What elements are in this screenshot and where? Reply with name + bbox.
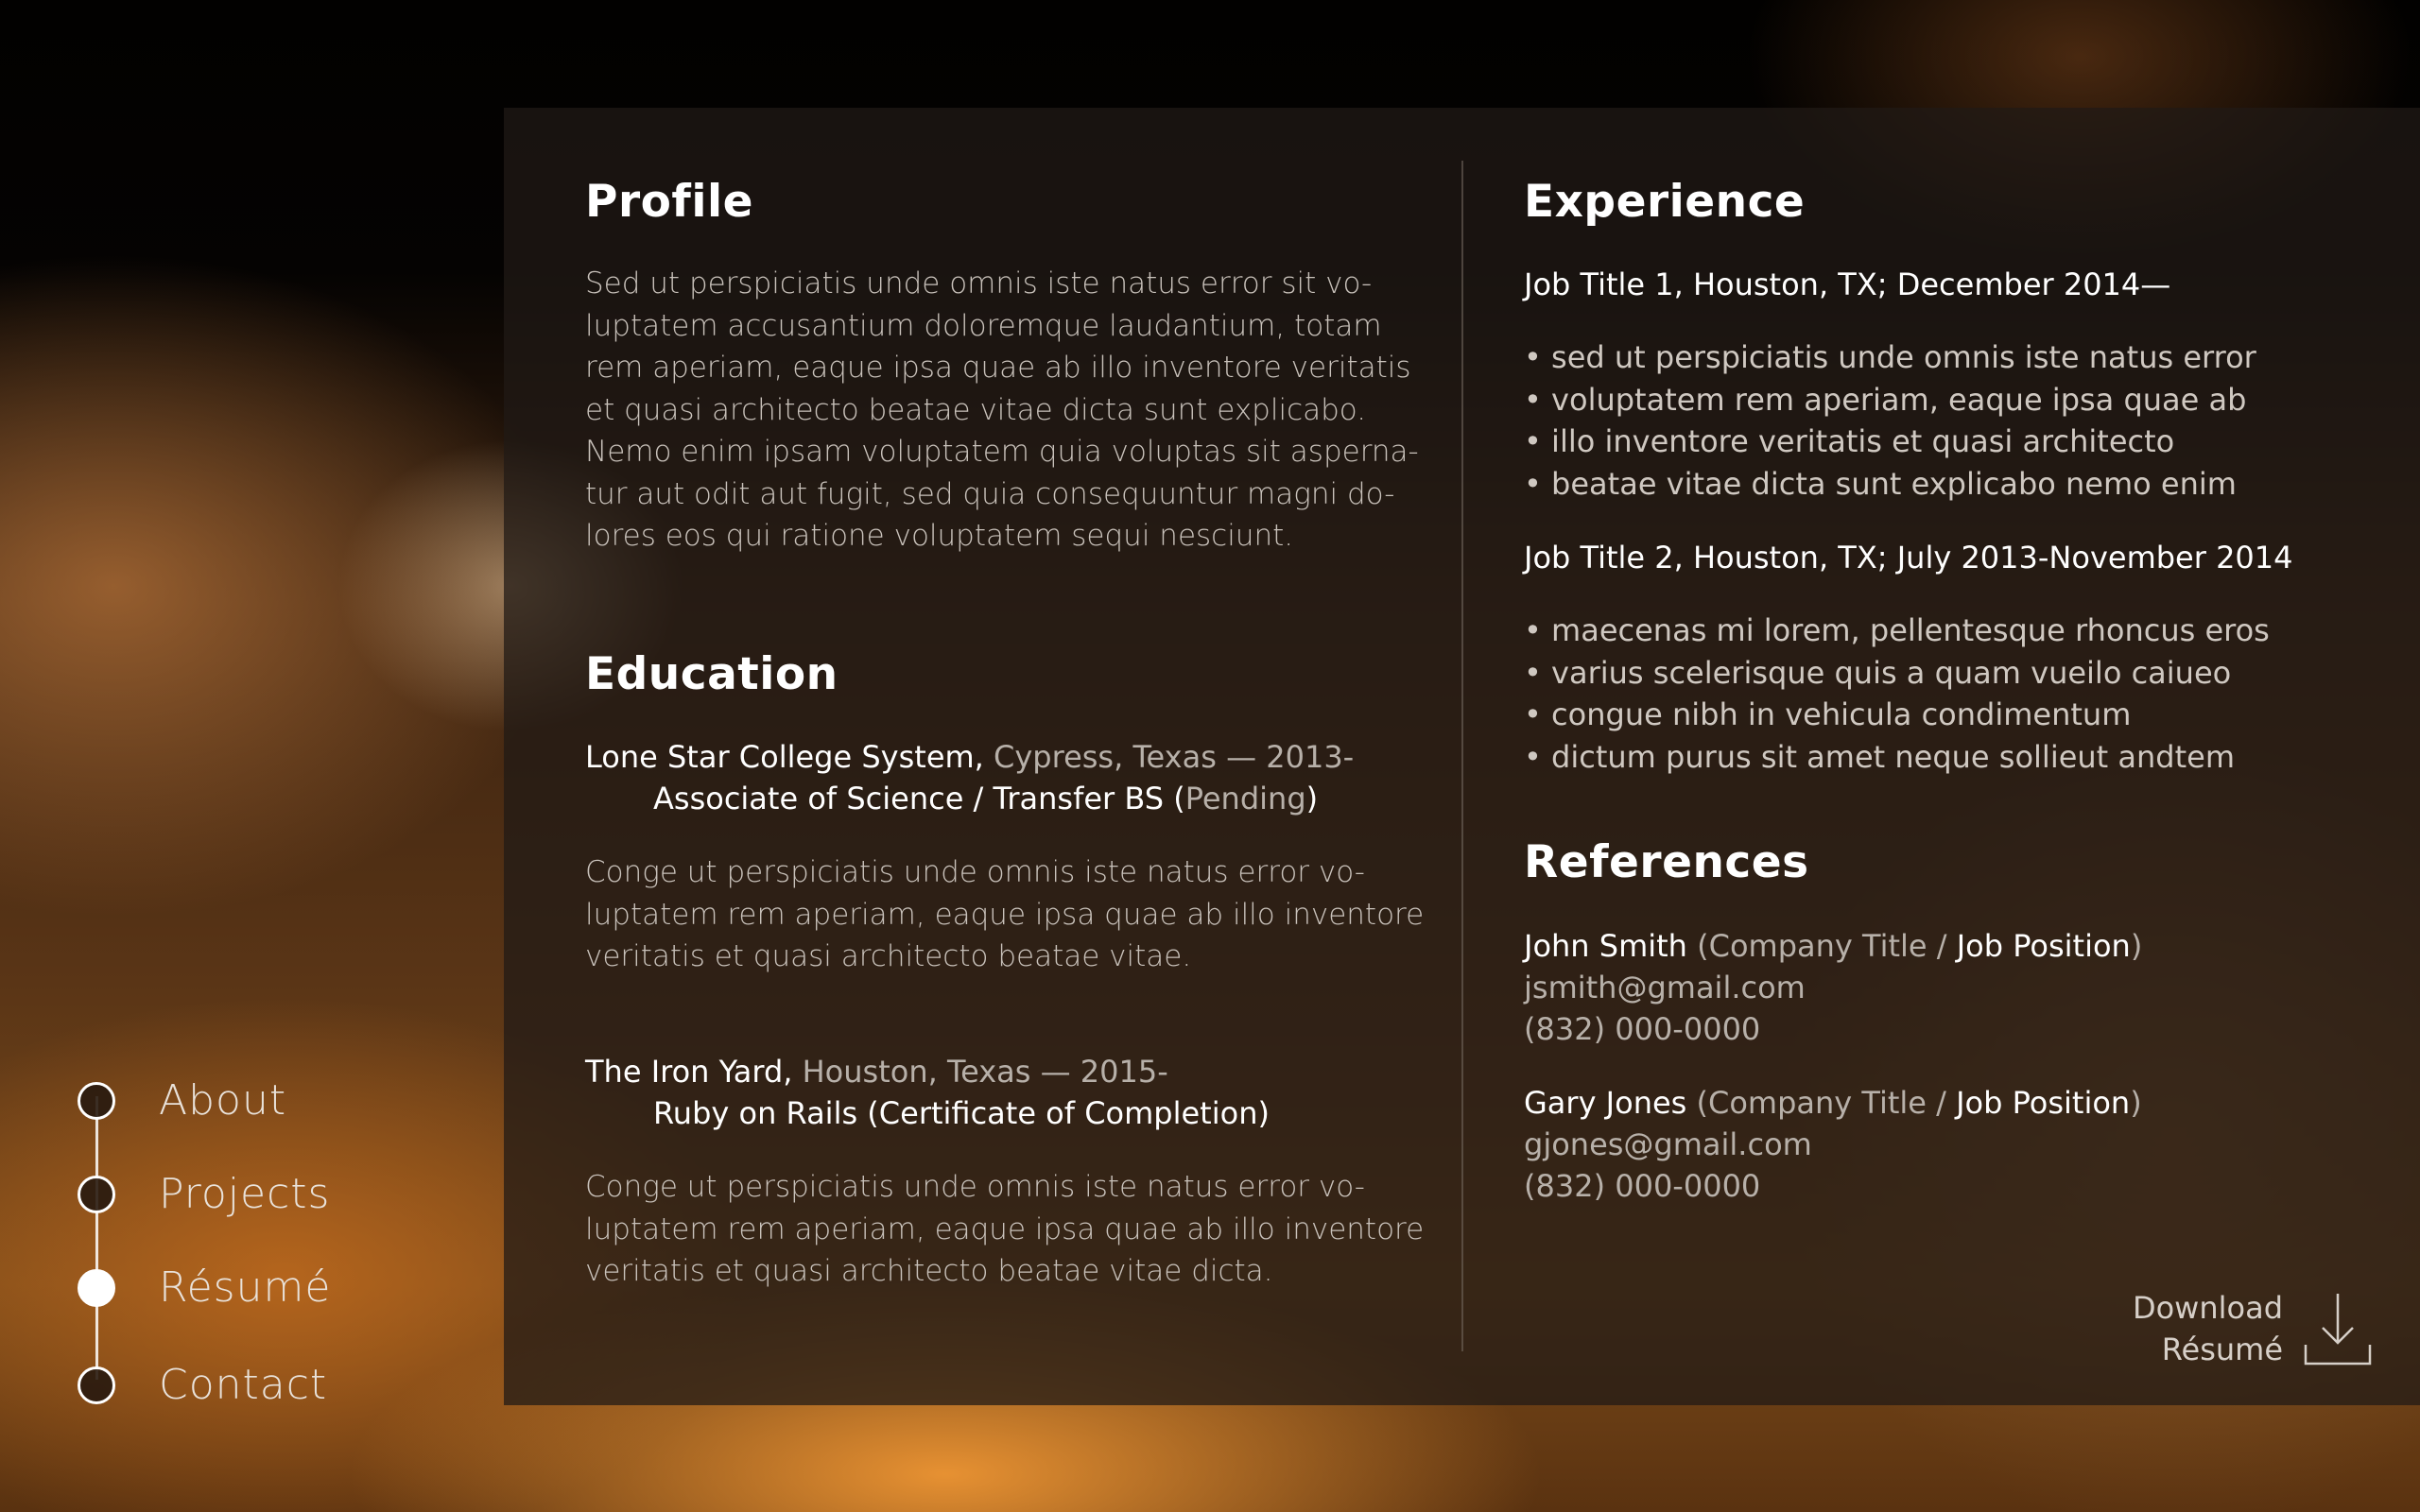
degree-close: ) — [1305, 781, 1319, 816]
background: About Projects Résumé Contact Profile Se… — [0, 0, 2420, 1512]
nav-item-contact[interactable]: Contact — [78, 1361, 327, 1409]
reference-close: ) — [2130, 928, 2143, 964]
education-heading: Education — [585, 648, 838, 700]
nav-dot-icon — [78, 1175, 115, 1213]
job-2-bullets: • maecenas mi lorem, pellentesque rhoncu… — [1524, 610, 2270, 778]
profile-text: Sed ut perspiciatis unde omnis iste natu… — [585, 266, 1419, 553]
degree-name: Associate of Science / Transfer BS ( — [653, 781, 1185, 816]
list-item: • beatae vitae dicta sunt explicabo nemo… — [1524, 465, 2237, 502]
list-item: • illo inventore veritatis et quasi arch… — [1524, 423, 2175, 459]
reference-close: ) — [2130, 1085, 2142, 1121]
experience-heading: Experience — [1524, 176, 1806, 228]
job-1-bullets: • sed ut perspiciatis unde omnis iste na… — [1524, 336, 2256, 505]
reference-company: (Company Title / — [1686, 928, 1957, 964]
list-item: • maecenas mi lorem, pellentesque rhoncu… — [1524, 612, 2270, 648]
list-item: • sed ut perspiciatis unde omnis iste na… — [1524, 339, 2256, 375]
list-item: • congue nibh in vehicula condimentum — [1524, 696, 2132, 732]
download-label: Download Résumé — [2132, 1290, 2283, 1367]
school-location: Cypress, Texas — 2013- — [983, 739, 1355, 775]
education-entry-1-title: Lone Star College System, Cypress, Texas… — [585, 736, 1354, 778]
reference-1-phone: (832) 000-0000 — [1524, 1011, 1761, 1047]
nav-dot-icon — [78, 1081, 115, 1120]
reference-2-phone: (832) 000-0000 — [1524, 1168, 1761, 1204]
nav-label: About — [159, 1076, 287, 1125]
reference-name: Gary Jones — [1524, 1085, 1687, 1121]
job-2-title: Job Title 2, Houston, TX; July 2013-Nove… — [1524, 540, 2293, 576]
nav-dot-icon — [78, 1366, 115, 1404]
reference-1-email[interactable]: jsmith@gmail.com — [1524, 967, 1806, 1008]
education-entry-2-degree: Ruby on Rails (Certificate of Completion… — [653, 1092, 1270, 1134]
nav-label: Contact — [159, 1361, 328, 1409]
list-item: • dictum purus sit amet neque sollieut a… — [1524, 738, 2235, 775]
reference-position: Job Position — [1956, 928, 2131, 964]
nav-timeline-line — [95, 1096, 98, 1380]
nav-item-projects[interactable]: Projects — [78, 1170, 330, 1218]
reference-position: Job Position — [1956, 1085, 2131, 1121]
nav-item-resume[interactable]: Résumé — [78, 1263, 331, 1312]
education-entry-1-text: Conge ut perspiciatis unde omnis iste na… — [585, 855, 1425, 973]
download-icon — [2304, 1294, 2372, 1366]
school-name: The Iron Yard, — [585, 1054, 793, 1090]
education-entry-1-degree: Associate of Science / Transfer BS (Pend… — [653, 778, 1318, 819]
degree-name: Ruby on Rails (Certificate of Completion… — [653, 1095, 1270, 1131]
reference-2-email[interactable]: gjones@gmail.com — [1524, 1124, 1812, 1165]
job-1-title: Job Title 1, Houston, TX; December 2014— — [1524, 266, 2171, 302]
nav-dot-active-icon — [78, 1268, 115, 1307]
nav-label: Projects — [159, 1170, 331, 1218]
reference-name: John Smith — [1524, 928, 1687, 964]
school-name: Lone Star College System, — [585, 739, 984, 775]
nav-item-about[interactable]: About — [78, 1076, 286, 1125]
school-location: Houston, Texas — 2015- — [792, 1054, 1168, 1090]
nav-label: Résumé — [159, 1263, 332, 1312]
download-resume-button[interactable]: Download Résumé — [2099, 1281, 2382, 1376]
reference-1-name-line: John Smith (Company Title / Job Position… — [1524, 925, 2142, 967]
references-heading: References — [1524, 836, 1809, 888]
education-entry-2-text: Conge ut perspiciatis unde omnis iste na… — [585, 1170, 1425, 1288]
reference-company: (Company Title / — [1686, 1085, 1957, 1121]
education-entry-2-title: The Iron Yard, Houston, Texas — 2015- — [585, 1051, 1168, 1092]
list-item: • voluptatem rem aperiam, eaque ipsa qua… — [1524, 381, 2247, 418]
profile-heading: Profile — [585, 176, 753, 228]
list-item: • varius scelerisque quis a quam vueilo … — [1524, 654, 2232, 691]
degree-status: Pending — [1184, 781, 1306, 816]
column-divider — [1461, 161, 1463, 1351]
reference-2-name-line: Gary Jones (Company Title / Job Position… — [1524, 1082, 2142, 1124]
